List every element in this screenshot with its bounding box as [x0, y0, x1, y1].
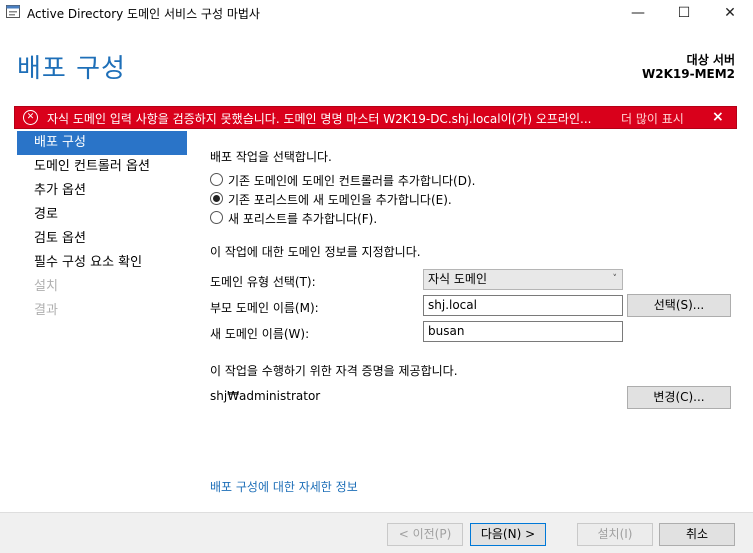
select-domain-button[interactable]: 선택(S)... — [627, 294, 731, 317]
nav-item-prereq-check[interactable]: 필수 구성 요소 확인 — [17, 251, 187, 275]
nav-item-dc-options[interactable]: 도메인 컨트롤러 옵션 — [17, 155, 187, 179]
new-domain-input[interactable]: busan — [423, 321, 623, 342]
domain-type-value: 자식 도메인 — [428, 272, 488, 286]
change-credentials-button[interactable]: 변경(C)... — [627, 386, 731, 409]
nav-item-review-options[interactable]: 검토 옵션 — [17, 227, 187, 251]
target-server-name: W2K19-MEM2 — [642, 67, 735, 81]
parent-domain-input[interactable]: shj.local — [423, 295, 623, 316]
domain-type-label: 도메인 유형 선택(T): — [210, 275, 316, 289]
error-banner: ✕ 자식 도메인 입력 사항을 검증하지 못했습니다. 도메인 명명 마스터 W… — [14, 106, 737, 129]
page-title: 배포 구성 — [17, 54, 126, 84]
minimize-button[interactable]: — — [615, 0, 661, 26]
next-button[interactable]: 다음(N) > — [470, 523, 546, 546]
maximize-button[interactable]: ☐ — [661, 0, 707, 26]
target-server-label: 대상 서버 — [686, 53, 735, 67]
cancel-button[interactable]: 취소 — [659, 523, 735, 546]
domain-type-select[interactable]: 자식 도메인 ˅ — [423, 269, 623, 290]
install-button: 설치(I) — [577, 523, 653, 546]
select-operation-text: 배포 작업을 선택합니다. — [210, 150, 332, 164]
nav-item-installation: 설치 — [34, 279, 58, 294]
nav-item-additional-options[interactable]: 추가 옵션 — [17, 179, 187, 203]
radio-add-domain[interactable] — [210, 192, 223, 205]
nav-item-results: 결과 — [34, 303, 58, 318]
new-domain-label: 새 도메인 이름(W): — [210, 327, 310, 341]
close-button[interactable]: ✕ — [707, 0, 753, 26]
credentials-text: 이 작업을 수행하기 위한 자격 증명을 제공합니다. — [210, 364, 458, 378]
parent-domain-label: 부모 도메인 이름(M): — [210, 301, 319, 315]
radio-add-forest[interactable] — [210, 211, 223, 224]
specify-domain-info-text: 이 작업에 대한 도메인 정보를 지정합니다. — [210, 245, 421, 259]
nav-item-paths[interactable]: 경로 — [17, 203, 187, 227]
error-icon: ✕ — [23, 110, 38, 125]
wizard-steps-nav: 배포 구성 도메인 컨트롤러 옵션 추가 옵션 경로 검토 옵션 필수 구성 요… — [17, 131, 187, 323]
window-title: Active Directory 도메인 서비스 구성 마법사 — [27, 7, 260, 21]
error-close-icon[interactable]: × — [712, 109, 724, 125]
radio-add-dc[interactable] — [210, 173, 223, 186]
nav-item-deployment-config[interactable]: 배포 구성 — [17, 131, 187, 155]
show-more-link[interactable]: 더 많이 표시 — [621, 110, 684, 127]
radio-add-forest-label[interactable]: 새 포리스트를 추가합니다(F). — [228, 210, 377, 227]
ad-wizard-icon — [6, 5, 20, 18]
title-bar: Active Directory 도메인 서비스 구성 마법사 — ☐ ✕ — [0, 0, 753, 26]
credential-user: shj₩administrator — [210, 389, 321, 403]
more-info-link[interactable]: 배포 구성에 대한 자세한 정보 — [210, 478, 358, 495]
previous-button: < 이전(P) — [387, 523, 463, 546]
radio-add-domain-label[interactable]: 기존 포리스트에 새 도메인을 추가합니다(E). — [228, 191, 452, 208]
chevron-down-icon: ˅ — [612, 274, 618, 284]
radio-add-dc-label[interactable]: 기존 도메인에 도메인 컨트롤러를 추가합니다(D). — [228, 172, 475, 189]
error-message: 자식 도메인 입력 사항을 검증하지 못했습니다. 도메인 명명 마스터 W2K… — [47, 112, 592, 126]
